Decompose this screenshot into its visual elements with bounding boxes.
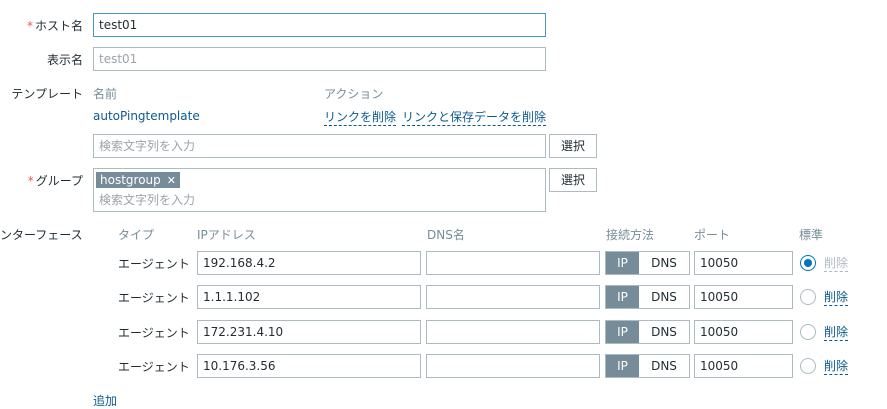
add-interface-link[interactable]: 追加 (93, 392, 117, 409)
interface-default-radio[interactable] (800, 289, 816, 305)
connect-dns-option[interactable]: DNS (639, 321, 689, 343)
groups-label-text: グループ (35, 174, 83, 188)
template-unlink-link[interactable]: リンクを削除 (324, 109, 397, 126)
template-unlink-clear-link[interactable]: リンクと保存データを削除 (402, 109, 547, 126)
interface-dns-input[interactable] (426, 320, 600, 344)
interface-port-input[interactable]: 10050 (694, 285, 793, 309)
interface-remove-link[interactable]: 削除 (824, 255, 849, 272)
connect-ip-option[interactable]: IP (606, 252, 639, 274)
interface-connect-toggle[interactable]: IP DNS (605, 251, 690, 275)
interface-ip-input[interactable]: 1.1.1.102 (197, 285, 421, 309)
interface-connect-toggle[interactable]: IP DNS (605, 285, 690, 309)
template-name-link[interactable]: autoPingtemplate (93, 109, 200, 123)
templates-col-name: 名前 (93, 87, 118, 101)
interfaces-col-type: タイプ (118, 228, 155, 242)
hostname-label: * ホスト名 (27, 17, 83, 34)
group-tag-label: hostgroup (100, 173, 161, 187)
interface-remove-link[interactable]: 削除 (824, 324, 849, 341)
template-search-placeholder: 検索文字列を入力 (99, 139, 196, 153)
templates-col-action: アクション (324, 87, 384, 101)
connect-dns-option[interactable]: DNS (639, 252, 689, 274)
interface-default-radio[interactable] (800, 358, 816, 374)
interface-ip-input[interactable]: 172.231.4.10 (197, 320, 421, 344)
interfaces-label: ンターフェース (0, 228, 83, 242)
interfaces-col-default: 標準 (799, 228, 824, 242)
templates-label: テンプレート (11, 87, 83, 101)
interfaces-col-port: ポート (694, 228, 731, 242)
remove-tag-icon[interactable]: ✕ (167, 174, 176, 187)
group-select-button[interactable]: 選択 (549, 168, 597, 192)
interface-dns-input[interactable] (426, 354, 600, 378)
template-select-button[interactable]: 選択 (549, 134, 597, 158)
connect-dns-option[interactable]: DNS (639, 355, 689, 377)
group-tag: hostgroup ✕ (96, 172, 180, 188)
interface-dns-input[interactable] (426, 285, 600, 309)
connect-ip-option[interactable]: IP (606, 321, 639, 343)
interfaces-col-connect: 接続方法 (606, 228, 655, 242)
connect-ip-option[interactable]: IP (606, 286, 639, 308)
interface-type: エージェント (118, 291, 190, 305)
group-search-placeholder[interactable]: 検索文字列を入力 (99, 191, 195, 208)
interface-ip-input[interactable]: 192.168.4.2 (197, 251, 421, 275)
interface-type: エージェント (118, 360, 190, 374)
interface-default-radio[interactable] (800, 324, 816, 340)
interface-default-radio[interactable] (800, 255, 816, 271)
hostname-label-text: ホスト名 (34, 19, 83, 33)
interface-type: エージェント (118, 326, 190, 340)
interfaces-col-ip: IPアドレス (197, 228, 256, 242)
interface-port-input[interactable]: 10050 (694, 251, 793, 275)
interface-connect-toggle[interactable]: IP DNS (605, 354, 690, 378)
interfaces-col-dns: DNS名 (427, 228, 465, 242)
displayname-placeholder: test01 (99, 52, 138, 66)
interface-connect-toggle[interactable]: IP DNS (605, 320, 690, 344)
displayname-input[interactable]: test01 (93, 47, 546, 71)
interface-port-input[interactable]: 10050 (694, 354, 793, 378)
groups-label: * グループ (28, 172, 83, 189)
connect-ip-option[interactable]: IP (606, 355, 639, 377)
interface-ip-input[interactable]: 10.176.3.56 (197, 354, 421, 378)
interface-port-input[interactable]: 10050 (694, 320, 793, 344)
interface-remove-link[interactable]: 削除 (824, 358, 849, 375)
hostname-input[interactable]: test01 (93, 13, 546, 37)
required-marker: * (27, 174, 34, 188)
connect-dns-option[interactable]: DNS (639, 286, 689, 308)
displayname-label: 表示名 (46, 53, 83, 67)
template-search-input[interactable]: 検索文字列を入力 (93, 134, 546, 158)
required-marker: * (26, 19, 33, 33)
interface-dns-input[interactable] (426, 251, 600, 275)
interface-type: エージェント (118, 257, 190, 271)
interface-remove-link[interactable]: 削除 (824, 289, 849, 306)
